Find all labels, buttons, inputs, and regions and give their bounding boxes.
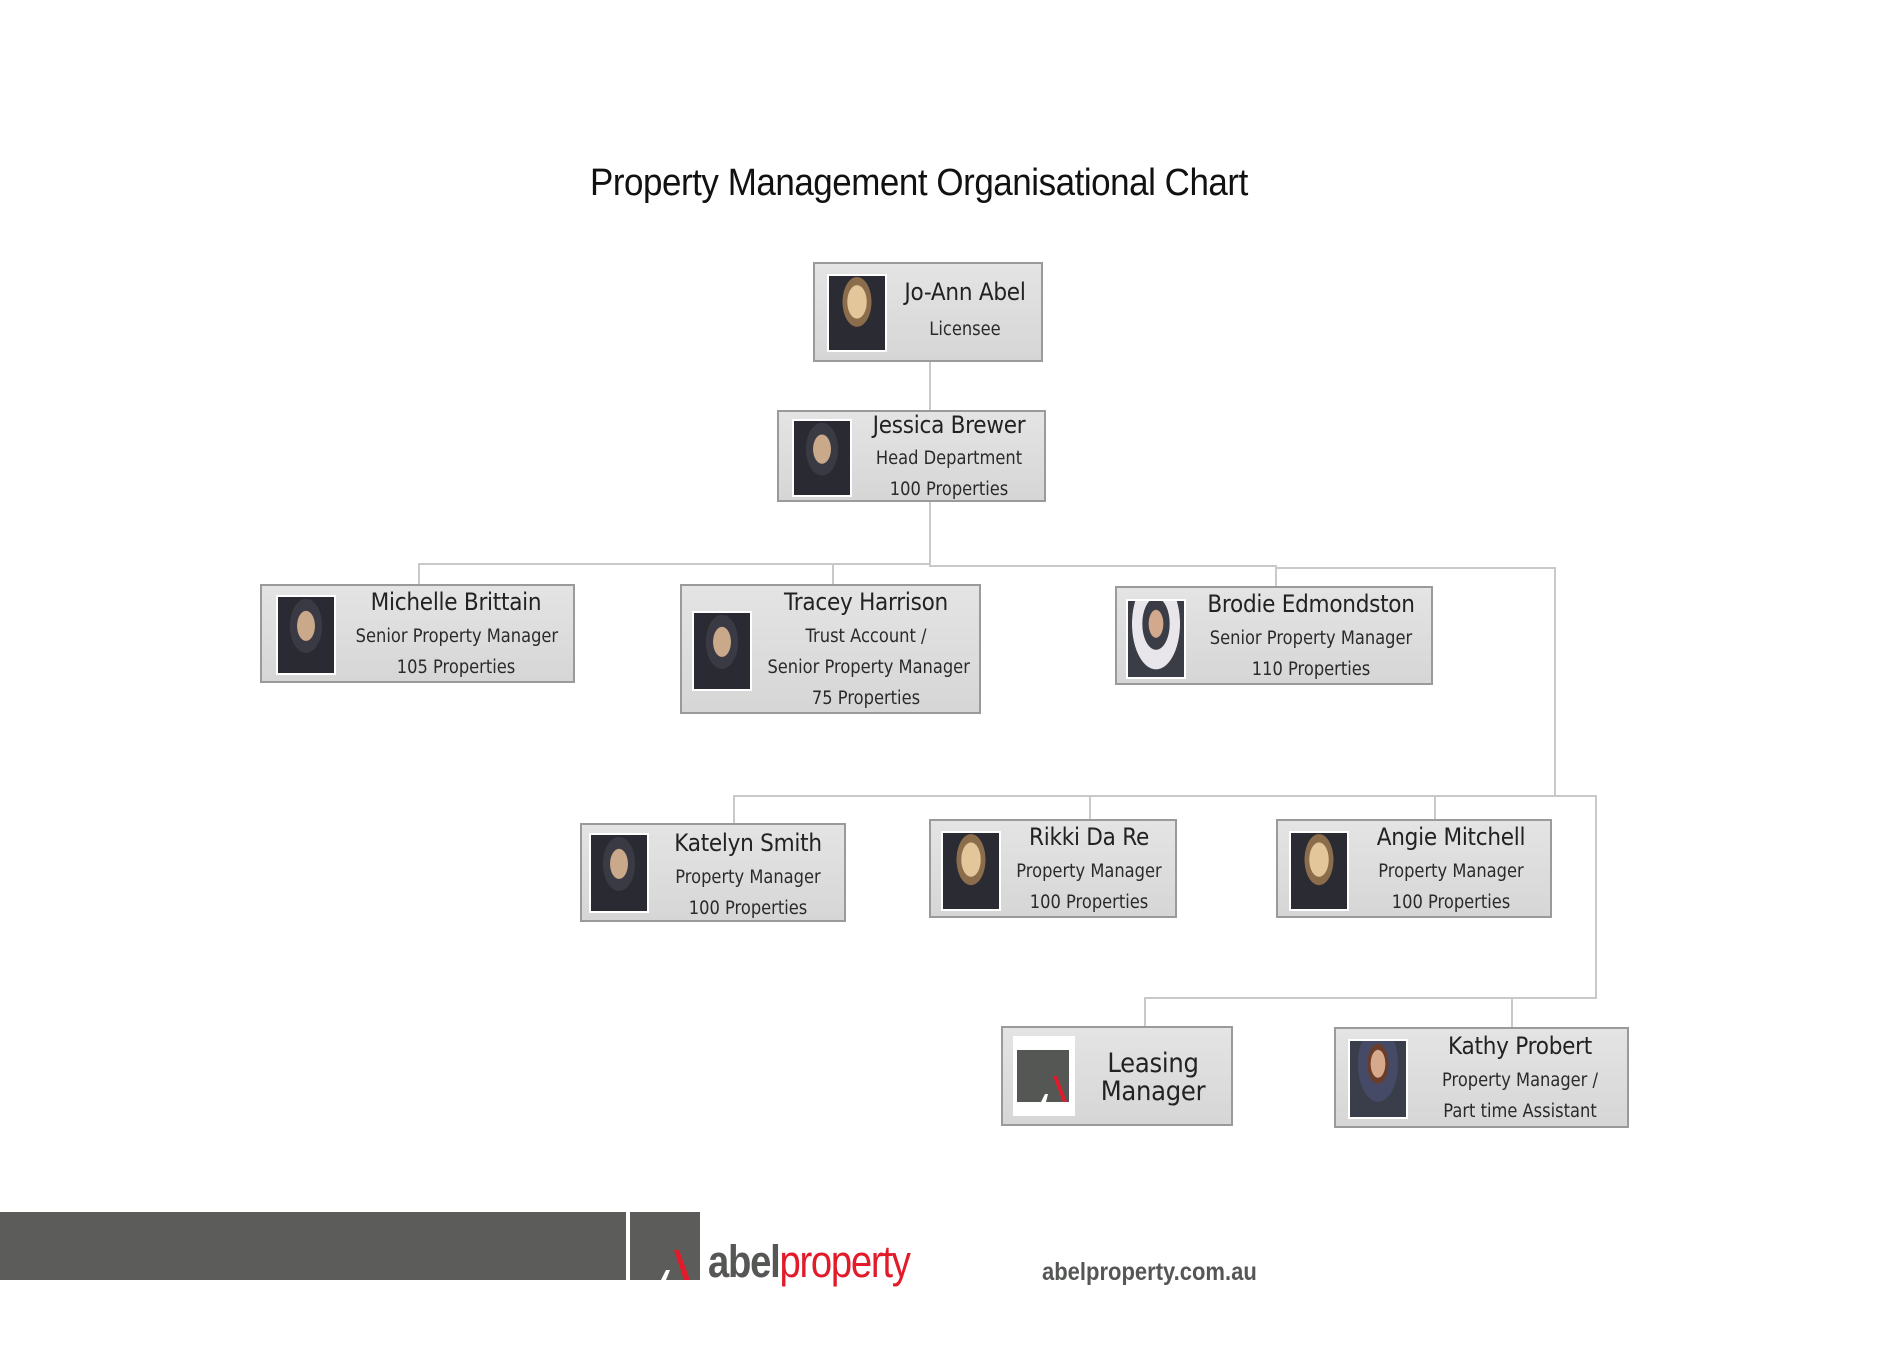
person-photo bbox=[692, 611, 752, 691]
org-card-jessica-brewer[interactable]: Jessica Brewer Head Department 100 Prope… bbox=[777, 410, 1046, 502]
org-card-leasing-manager[interactable]: Leasing Manager bbox=[1001, 1026, 1233, 1126]
person-name: Rikki Da Re bbox=[1028, 823, 1149, 851]
website-url[interactable]: abelproperty.com.au bbox=[1042, 1258, 1257, 1287]
person-photo bbox=[792, 419, 852, 497]
person-role: Senior Property Manager bbox=[1209, 628, 1413, 649]
person-photo bbox=[1289, 831, 1349, 911]
connector-line bbox=[832, 563, 834, 585]
connector-line bbox=[733, 795, 735, 825]
person-photo bbox=[827, 274, 887, 352]
person-name: Jo-Ann Abel bbox=[904, 278, 1026, 306]
person-role-secondary: Senior Property Manager bbox=[767, 657, 970, 678]
connector-line bbox=[1511, 997, 1513, 1029]
connector-line bbox=[1144, 997, 1597, 999]
person-role: Licensee bbox=[929, 319, 1001, 340]
org-card-rikki-da-re[interactable]: Rikki Da Re Property Manager 100 Propert… bbox=[929, 819, 1177, 918]
person-role: Trust Account / bbox=[805, 626, 927, 647]
person-role: Property Manager / bbox=[1441, 1070, 1599, 1091]
property-count: 100 Properties bbox=[688, 898, 808, 919]
connector-line bbox=[929, 565, 1276, 567]
position-title-line2: Manager bbox=[1100, 1076, 1206, 1107]
person-photo bbox=[1126, 599, 1186, 679]
person-role: Head Department bbox=[875, 448, 1023, 469]
connector-line bbox=[418, 563, 931, 565]
org-card-katelyn-smith[interactable]: Katelyn Smith Property Manager 100 Prope… bbox=[580, 823, 846, 922]
org-card-brodie-edmondston[interactable]: Brodie Edmondston Senior Property Manage… bbox=[1115, 586, 1433, 685]
person-name: Tracey Harrison bbox=[784, 588, 948, 616]
connector-line bbox=[1275, 565, 1277, 587]
property-count: 75 Properties bbox=[811, 688, 921, 709]
person-role: Property Manager bbox=[1378, 861, 1524, 882]
chart-title: Property Management Organisational Chart bbox=[590, 162, 1248, 204]
person-role: Senior Property Manager bbox=[355, 626, 559, 647]
org-card-angie-mitchell[interactable]: Angie Mitchell Property Manager 100 Prop… bbox=[1276, 819, 1552, 918]
connector-line bbox=[1554, 567, 1556, 797]
person-role-secondary: Part time Assistant bbox=[1443, 1101, 1597, 1122]
position-title: Leasing bbox=[1107, 1048, 1199, 1079]
person-photo bbox=[1348, 1039, 1408, 1119]
person-name: Angie Mitchell bbox=[1376, 823, 1526, 851]
footer-bar bbox=[0, 1212, 626, 1280]
brand-wordmark-part1: abel bbox=[708, 1236, 781, 1287]
org-card-michelle-brittain[interactable]: Michelle Brittain Senior Property Manage… bbox=[260, 584, 575, 683]
connector-line bbox=[1144, 997, 1146, 1027]
abel-logo-placeholder-icon bbox=[1013, 1036, 1075, 1116]
property-count: 110 Properties bbox=[1251, 659, 1371, 680]
connector-line bbox=[1089, 795, 1091, 821]
property-count: 100 Properties bbox=[1391, 892, 1511, 913]
org-card-tracey-harrison[interactable]: Tracey Harrison Trust Account / Senior P… bbox=[680, 584, 981, 714]
property-count: 105 Properties bbox=[396, 657, 516, 678]
person-role: Property Manager bbox=[1016, 861, 1162, 882]
brand-wordmark-part2: property bbox=[779, 1236, 910, 1287]
person-name: Jessica Brewer bbox=[872, 411, 1026, 439]
property-count: 100 Properties bbox=[889, 479, 1009, 500]
connector-line bbox=[929, 362, 931, 412]
connector-line bbox=[733, 795, 1597, 797]
connector-line bbox=[1434, 795, 1436, 821]
connector-line bbox=[1276, 567, 1555, 569]
connector-line bbox=[1595, 795, 1597, 997]
org-card-kathy-probert[interactable]: Kathy Probert Property Manager / Part ti… bbox=[1334, 1027, 1629, 1128]
person-photo bbox=[941, 831, 1001, 911]
org-card-jo-ann-abel[interactable]: Jo-Ann Abel Licensee bbox=[813, 262, 1043, 362]
person-photo bbox=[276, 595, 336, 675]
person-name: Katelyn Smith bbox=[674, 829, 822, 857]
connector-line bbox=[929, 502, 931, 567]
person-name: Brodie Edmondston bbox=[1207, 590, 1415, 618]
person-role: Property Manager bbox=[675, 867, 821, 888]
person-name: Michelle Brittain bbox=[370, 588, 542, 616]
person-photo bbox=[589, 833, 649, 913]
connector-line bbox=[418, 563, 420, 585]
brand-wordmark: abelproperty bbox=[708, 1236, 911, 1288]
person-name: Kathy Probert bbox=[1448, 1032, 1592, 1060]
property-count: 100 Properties bbox=[1029, 892, 1149, 913]
brand-logo-mark-icon bbox=[630, 1212, 700, 1280]
